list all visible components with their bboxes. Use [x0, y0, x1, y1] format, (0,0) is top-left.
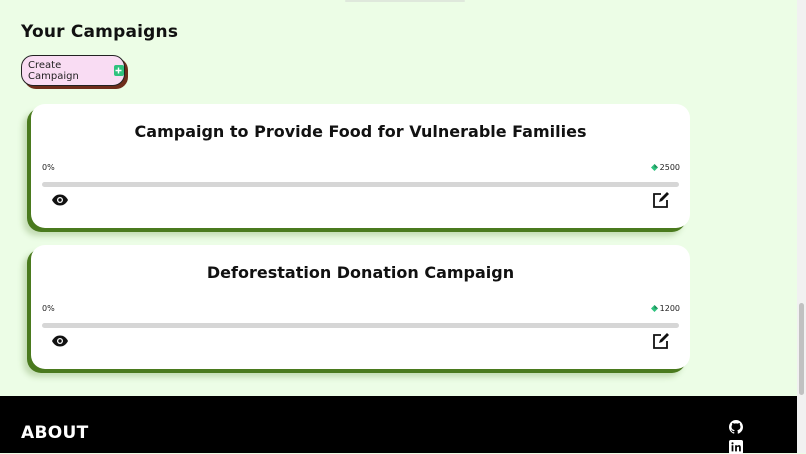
progress-percent: 0% [42, 304, 55, 313]
goal-value: 1200 [659, 304, 680, 313]
green-gem-icon [650, 305, 658, 312]
campaign-title: Deforestation Donation Campaign [206, 263, 515, 282]
progress-bar [42, 182, 679, 187]
eye-icon [52, 335, 68, 347]
github-icon [729, 420, 743, 434]
goal-amount: 2500 [650, 163, 680, 172]
add-square-icon [113, 65, 124, 76]
footer: ABOUT [0, 396, 806, 454]
view-campaign-button[interactable] [51, 334, 69, 348]
view-campaign-button[interactable] [51, 193, 69, 207]
github-link[interactable] [729, 420, 743, 434]
footer-title: ABOUT [21, 423, 89, 443]
linkedin-icon [729, 440, 743, 454]
green-gem-icon [650, 164, 658, 171]
edit-campaign-button[interactable] [651, 191, 670, 208]
edit-icon [652, 191, 669, 208]
goal-amount: 1200 [650, 304, 680, 313]
section-title: Your Campaigns [21, 22, 179, 42]
goal-value: 2500 [659, 163, 680, 172]
create-campaign-button[interactable]: Create Campaign [21, 55, 125, 86]
eye-icon [52, 194, 68, 206]
edit-icon [652, 332, 669, 349]
campaign-title: Campaign to Provide Food for Vulnerable … [134, 122, 587, 141]
top-divider [345, 0, 465, 2]
progress-bar [42, 323, 679, 328]
edit-campaign-button[interactable] [651, 332, 670, 349]
campaign-card: Deforestation Donation Campaign 0% 1200 [31, 245, 690, 369]
create-campaign-label: Create Campaign [28, 59, 79, 82]
scrollbar-thumb[interactable] [799, 303, 804, 395]
page-scrollbar[interactable] [797, 0, 806, 453]
progress-percent: 0% [42, 163, 55, 172]
campaign-card: Campaign to Provide Food for Vulnerable … [31, 104, 690, 228]
linkedin-link[interactable] [729, 440, 743, 454]
